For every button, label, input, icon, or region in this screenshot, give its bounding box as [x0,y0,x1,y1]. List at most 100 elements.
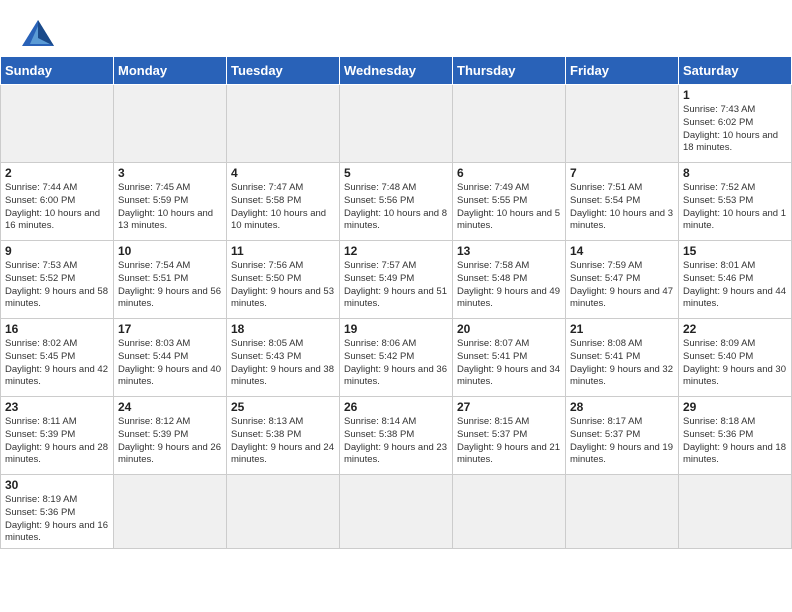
weekday-header-monday: Monday [114,57,227,85]
day-number: 17 [118,322,222,336]
day-info: Sunrise: 7:59 AM Sunset: 5:47 PM Dayligh… [570,260,674,311]
calendar-cell: 24 Sunrise: 8:12 AM Sunset: 5:39 PM Dayli… [114,397,227,475]
day-number: 22 [683,322,787,336]
day-number: 19 [344,322,448,336]
day-number: 7 [570,166,674,180]
day-number: 9 [5,244,109,258]
calendar-cell [679,475,792,549]
header [0,0,792,56]
day-info: Sunrise: 7:43 AM Sunset: 6:02 PM Dayligh… [683,104,787,155]
day-info: Sunrise: 8:05 AM Sunset: 5:43 PM Dayligh… [231,338,335,389]
day-info: Sunrise: 7:45 AM Sunset: 5:59 PM Dayligh… [118,182,222,233]
day-info: Sunrise: 8:06 AM Sunset: 5:42 PM Dayligh… [344,338,448,389]
day-number: 28 [570,400,674,414]
calendar-cell: 1 Sunrise: 7:43 AM Sunset: 6:02 PM Daylig… [679,85,792,163]
calendar-cell [453,85,566,163]
day-number: 12 [344,244,448,258]
calendar-cell [227,85,340,163]
day-info: Sunrise: 8:09 AM Sunset: 5:40 PM Dayligh… [683,338,787,389]
day-number: 24 [118,400,222,414]
calendar-cell: 20 Sunrise: 8:07 AM Sunset: 5:41 PM Dayli… [453,319,566,397]
calendar-cell: 26Sunrise: 8:14 AM Sunset: 5:38 PM Dayli… [340,397,453,475]
day-number: 15 [683,244,787,258]
day-info: Sunrise: 8:01 AM Sunset: 5:46 PM Dayligh… [683,260,787,311]
calendar-cell [566,85,679,163]
day-info: Sunrise: 8:07 AM Sunset: 5:41 PM Dayligh… [457,338,561,389]
week-row-4: 16Sunrise: 8:02 AM Sunset: 5:45 PM Dayli… [1,319,792,397]
calendar-cell [1,85,114,163]
weekday-header-friday: Friday [566,57,679,85]
calendar-cell: 6 Sunrise: 7:49 AM Sunset: 5:55 PM Daylig… [453,163,566,241]
day-number: 23 [5,400,109,414]
calendar-cell: 13Sunrise: 7:58 AM Sunset: 5:48 PM Dayli… [453,241,566,319]
calendar-cell: 10Sunrise: 7:54 AM Sunset: 5:51 PM Dayli… [114,241,227,319]
weekday-header-thursday: Thursday [453,57,566,85]
week-row-1: 1 Sunrise: 7:43 AM Sunset: 6:02 PM Daylig… [1,85,792,163]
calendar-cell: 8Sunrise: 7:52 AM Sunset: 5:53 PM Daylig… [679,163,792,241]
day-number: 3 [118,166,222,180]
weekday-header-saturday: Saturday [679,57,792,85]
day-number: 18 [231,322,335,336]
calendar-cell [227,475,340,549]
day-number: 11 [231,244,335,258]
day-number: 21 [570,322,674,336]
calendar-cell: 27 Sunrise: 8:15 AM Sunset: 5:37 PM Dayli… [453,397,566,475]
calendar-cell: 7 Sunrise: 7:51 AM Sunset: 5:54 PM Daylig… [566,163,679,241]
day-info: Sunrise: 7:53 AM Sunset: 5:52 PM Dayligh… [5,260,109,311]
calendar-cell: 4 Sunrise: 7:47 AM Sunset: 5:58 PM Daylig… [227,163,340,241]
weekday-header-wednesday: Wednesday [340,57,453,85]
day-info: Sunrise: 8:15 AM Sunset: 5:37 PM Dayligh… [457,416,561,467]
day-info: Sunrise: 7:57 AM Sunset: 5:49 PM Dayligh… [344,260,448,311]
calendar-cell: 19 Sunrise: 8:06 AM Sunset: 5:42 PM Dayli… [340,319,453,397]
calendar-cell: 3 Sunrise: 7:45 AM Sunset: 5:59 PM Daylig… [114,163,227,241]
weekday-header-tuesday: Tuesday [227,57,340,85]
calendar-cell: 28Sunrise: 8:17 AM Sunset: 5:37 PM Dayli… [566,397,679,475]
day-number: 13 [457,244,561,258]
calendar-cell: 5 Sunrise: 7:48 AM Sunset: 5:56 PM Daylig… [340,163,453,241]
day-info: Sunrise: 7:44 AM Sunset: 6:00 PM Dayligh… [5,182,109,233]
week-row-2: 2 Sunrise: 7:44 AM Sunset: 6:00 PM Daylig… [1,163,792,241]
calendar-cell [114,85,227,163]
day-number: 6 [457,166,561,180]
calendar-cell: 15 Sunrise: 8:01 AM Sunset: 5:46 PM Dayli… [679,241,792,319]
day-info: Sunrise: 7:56 AM Sunset: 5:50 PM Dayligh… [231,260,335,311]
calendar-cell [453,475,566,549]
day-number: 29 [683,400,787,414]
day-number: 1 [683,88,787,102]
weekday-row: SundayMondayTuesdayWednesdayThursdayFrid… [1,57,792,85]
calendar-cell: 23 Sunrise: 8:11 AM Sunset: 5:39 PM Dayli… [1,397,114,475]
day-number: 20 [457,322,561,336]
day-info: Sunrise: 7:48 AM Sunset: 5:56 PM Dayligh… [344,182,448,233]
day-number: 30 [5,478,109,492]
calendar: SundayMondayTuesdayWednesdayThursdayFrid… [0,56,792,549]
day-number: 5 [344,166,448,180]
day-number: 4 [231,166,335,180]
day-info: Sunrise: 8:08 AM Sunset: 5:41 PM Dayligh… [570,338,674,389]
calendar-cell [340,85,453,163]
day-number: 14 [570,244,674,258]
calendar-cell: 16Sunrise: 8:02 AM Sunset: 5:45 PM Dayli… [1,319,114,397]
day-number: 2 [5,166,109,180]
calendar-cell [340,475,453,549]
day-number: 27 [457,400,561,414]
logo [20,18,62,48]
week-row-6: 30Sunrise: 8:19 AM Sunset: 5:36 PM Dayli… [1,475,792,549]
day-info: Sunrise: 8:13 AM Sunset: 5:38 PM Dayligh… [231,416,335,467]
calendar-cell [566,475,679,549]
day-info: Sunrise: 8:11 AM Sunset: 5:39 PM Dayligh… [5,416,109,467]
page: SundayMondayTuesdayWednesdayThursdayFrid… [0,0,792,549]
day-number: 26 [344,400,448,414]
week-row-3: 9 Sunrise: 7:53 AM Sunset: 5:52 PM Daylig… [1,241,792,319]
day-info: Sunrise: 8:12 AM Sunset: 5:39 PM Dayligh… [118,416,222,467]
day-info: Sunrise: 7:49 AM Sunset: 5:55 PM Dayligh… [457,182,561,233]
calendar-header: SundayMondayTuesdayWednesdayThursdayFrid… [1,57,792,85]
day-info: Sunrise: 7:52 AM Sunset: 5:53 PM Dayligh… [683,182,787,233]
day-info: Sunrise: 7:47 AM Sunset: 5:58 PM Dayligh… [231,182,335,233]
calendar-cell: 12 Sunrise: 7:57 AM Sunset: 5:49 PM Dayli… [340,241,453,319]
calendar-cell: 9 Sunrise: 7:53 AM Sunset: 5:52 PM Daylig… [1,241,114,319]
calendar-cell: 18 Sunrise: 8:05 AM Sunset: 5:43 PM Dayli… [227,319,340,397]
calendar-cell: 17Sunrise: 8:03 AM Sunset: 5:44 PM Dayli… [114,319,227,397]
day-info: Sunrise: 7:51 AM Sunset: 5:54 PM Dayligh… [570,182,674,233]
day-number: 25 [231,400,335,414]
week-row-5: 23 Sunrise: 8:11 AM Sunset: 5:39 PM Dayli… [1,397,792,475]
